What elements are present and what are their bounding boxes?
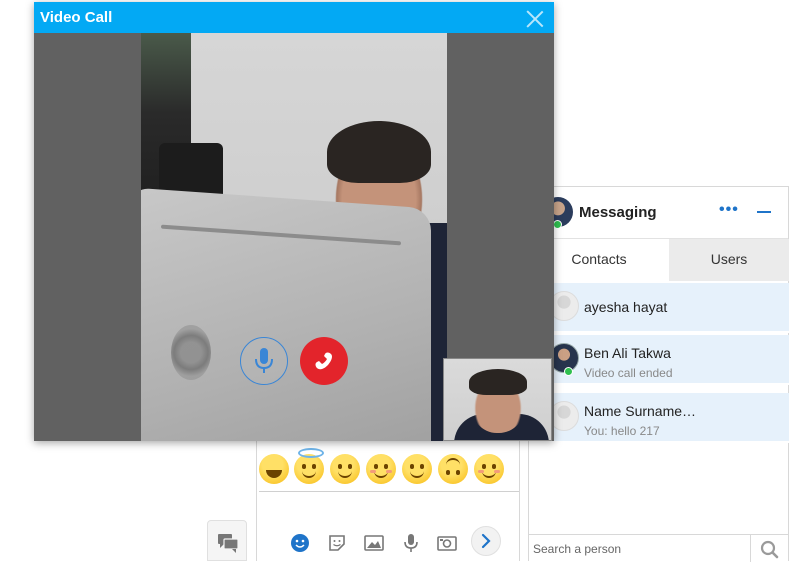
- sticker-icon: [329, 535, 345, 551]
- laughing-emoji[interactable]: [259, 454, 289, 484]
- phone-hangup-icon: [315, 352, 332, 370]
- smiley-icon: [291, 534, 309, 552]
- contact-item-name-surname[interactable]: Name Surname… You: hello 217: [529, 393, 789, 443]
- sticker-button[interactable]: [324, 530, 350, 556]
- blush-emoji[interactable]: [366, 454, 396, 484]
- divider: [259, 491, 519, 492]
- video-call-title: Video Call: [40, 9, 113, 26]
- mute-microphone-button[interactable]: [240, 337, 288, 385]
- messaging-tabs: Contacts Users: [529, 239, 789, 281]
- contact-name: Name Surname…: [584, 403, 697, 419]
- remote-video-feed: [141, 33, 447, 441]
- emoji-row: [257, 448, 521, 490]
- camera-icon: [437, 536, 457, 551]
- close-icon[interactable]: [526, 10, 544, 28]
- image-button[interactable]: [361, 530, 387, 556]
- search-icon: [760, 540, 779, 559]
- remote-person-hair: [327, 121, 431, 183]
- hang-up-button[interactable]: [300, 337, 348, 385]
- wink-emoji[interactable]: [330, 454, 360, 484]
- relieved-emoji[interactable]: [474, 454, 504, 484]
- chat-toggle-button[interactable]: [207, 520, 247, 561]
- contact-last-message: Video call ended: [584, 366, 673, 380]
- video-call-window: Video Call: [34, 2, 554, 441]
- image-icon: [364, 535, 384, 551]
- camera-button[interactable]: [434, 530, 460, 556]
- microphone-icon: [404, 534, 418, 552]
- send-button[interactable]: [471, 526, 501, 556]
- tab-users[interactable]: Users: [669, 239, 789, 281]
- online-status-dot: [564, 367, 573, 376]
- online-status-dot: [553, 220, 562, 229]
- compose-toolbar: [257, 526, 521, 560]
- halo-emoji[interactable]: [294, 448, 324, 484]
- more-options-icon[interactable]: •••: [719, 201, 739, 219]
- local-video-preview[interactable]: [443, 358, 552, 441]
- messaging-title: Messaging: [579, 204, 657, 221]
- local-person-hair: [469, 369, 527, 395]
- upside-down-emoji[interactable]: [438, 454, 468, 484]
- emoji-button[interactable]: [287, 530, 313, 556]
- contact-name: Ben Ali Takwa: [584, 345, 671, 361]
- contact-item-ben-ali-takwa[interactable]: Ben Ali Takwa Video call ended: [529, 335, 789, 385]
- search-input[interactable]: [533, 539, 745, 559]
- video-call-titlebar[interactable]: Video Call: [34, 2, 554, 33]
- search-button[interactable]: [751, 534, 789, 562]
- chat-compose-panel: [256, 408, 521, 561]
- contact-item-ayesha-hayat[interactable]: ayesha hayat: [529, 283, 789, 333]
- contact-name: ayesha hayat: [584, 299, 668, 315]
- send-icon: [481, 533, 491, 549]
- laptop-logo: [171, 325, 211, 380]
- smile-emoji[interactable]: [402, 454, 432, 484]
- contact-last-message: You: hello 217: [584, 424, 660, 438]
- microphone-icon: [255, 348, 273, 373]
- messaging-header: Messaging •••: [529, 187, 788, 239]
- search-box: [529, 534, 751, 562]
- chat-bubbles-icon: [218, 534, 239, 553]
- messaging-panel: Messaging ••• Contacts Users ayesha haya…: [528, 186, 789, 562]
- minimize-icon[interactable]: [755, 199, 773, 217]
- voice-message-button[interactable]: [398, 530, 424, 556]
